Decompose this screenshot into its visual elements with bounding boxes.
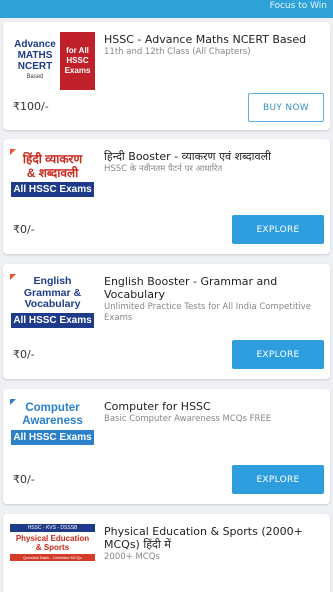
course-price: ₹0/- [13, 348, 35, 361]
course-thumbnail: Advance MATHS NCERT Based for All HSSC E… [10, 32, 95, 90]
explore-button[interactable]: EXPLORE [232, 340, 324, 369]
thumb-text: English [33, 275, 72, 287]
thumb-text: Exams [64, 66, 91, 75]
thumb-text: Physical Education [15, 534, 90, 543]
course-title[interactable]: Physical Education & Sports (2000+ MCQs)… [104, 525, 324, 551]
course-thumbnail: हिंदी व्याकरण & शब्दावली All HSSC Exams [10, 149, 95, 207]
course-info: HSSC - Advance Maths NCERT Based 11th an… [104, 33, 324, 58]
corner-mark-icon [10, 274, 16, 280]
course-subtitle: 11th and 12th Class (All Chapters) [104, 47, 251, 57]
thumb-text: NCERT [17, 61, 53, 72]
course-subtitle: HSSC के नवीनतम पैटर्न पर आधारित [104, 164, 223, 174]
course-card-english-booster[interactable]: English Grammar & Vocabulary All HSSC Ex… [3, 264, 330, 379]
thumb-text: Vocabulary [24, 298, 81, 310]
course-thumbnail: Computer Awareness All HSSC Exams [10, 399, 95, 457]
thumb-text: हिंदी व्याकरण [22, 152, 83, 166]
course-title[interactable]: English Booster - Grammar and Vocabulary [104, 275, 324, 301]
course-info: Computer for HSSC Basic Computer Awarene… [104, 400, 324, 425]
thumb-text: Awareness [22, 415, 83, 427]
thumb-footer: Question Bank - Unlimited MCQs [10, 554, 95, 561]
course-price: ₹0/- [13, 223, 35, 236]
course-thumbnail: English Grammar & Vocabulary All HSSC Ex… [10, 274, 95, 332]
thumb-text: Advance [14, 39, 56, 50]
thumb-text: for All [66, 46, 89, 55]
corner-mark-icon [10, 399, 16, 405]
thumb-text: MATHS [17, 50, 53, 61]
buy-now-button[interactable]: BUY NOW [248, 93, 324, 122]
course-info: हिन्दी Booster - व्याकरण एवं शब्दावली HS… [104, 150, 324, 175]
corner-mark-icon [10, 149, 16, 155]
thumb-text: Based [26, 74, 44, 80]
course-price: ₹100/- [13, 100, 49, 113]
thumb-band: All HSSC Exams [11, 430, 94, 445]
course-title[interactable]: Computer for HSSC [104, 400, 324, 413]
course-price: ₹0/- [13, 473, 35, 486]
top-bar: Focus to Win [0, 0, 333, 18]
thumb-text: & शब्दावली [26, 166, 79, 180]
course-thumbnail: HSSC - KVS - DSSSB Physical Education & … [10, 524, 95, 582]
thumb-text: HSSC [66, 56, 89, 65]
thumb-header: HSSC - KVS - DSSSB [10, 524, 95, 532]
course-info: English Booster - Grammar and Vocabulary… [104, 275, 324, 324]
top-bar-text: Focus to Win [269, 1, 327, 11]
course-subtitle: Basic Computer Awareness MCQs FREE [104, 414, 272, 424]
course-card-hindi-booster[interactable]: हिंदी व्याकरण & शब्दावली All HSSC Exams … [3, 139, 330, 254]
course-info: Physical Education & Sports (2000+ MCQs)… [104, 525, 324, 563]
thumb-text: & Sports [35, 543, 70, 552]
course-title[interactable]: HSSC - Advance Maths NCERT Based [104, 33, 324, 46]
explore-button[interactable]: EXPLORE [232, 465, 324, 494]
thumb-band: All HSSC Exams [11, 182, 94, 197]
course-subtitle: 2000+ MCQs [104, 552, 160, 562]
course-title[interactable]: हिन्दी Booster - व्याकरण एवं शब्दावली [104, 150, 324, 163]
thumb-text: Computer [25, 402, 80, 414]
course-card-advance-maths[interactable]: Advance MATHS NCERT Based for All HSSC E… [3, 22, 330, 130]
explore-button[interactable]: EXPLORE [232, 215, 324, 244]
thumb-band: All HSSC Exams [11, 312, 94, 328]
course-card-physical-education[interactable]: HSSC - KVS - DSSSB Physical Education & … [3, 514, 330, 592]
course-subtitle: Unlimited Practice Tests for All India C… [104, 302, 312, 323]
course-card-computer[interactable]: Computer Awareness All HSSC Exams Comput… [3, 389, 330, 504]
